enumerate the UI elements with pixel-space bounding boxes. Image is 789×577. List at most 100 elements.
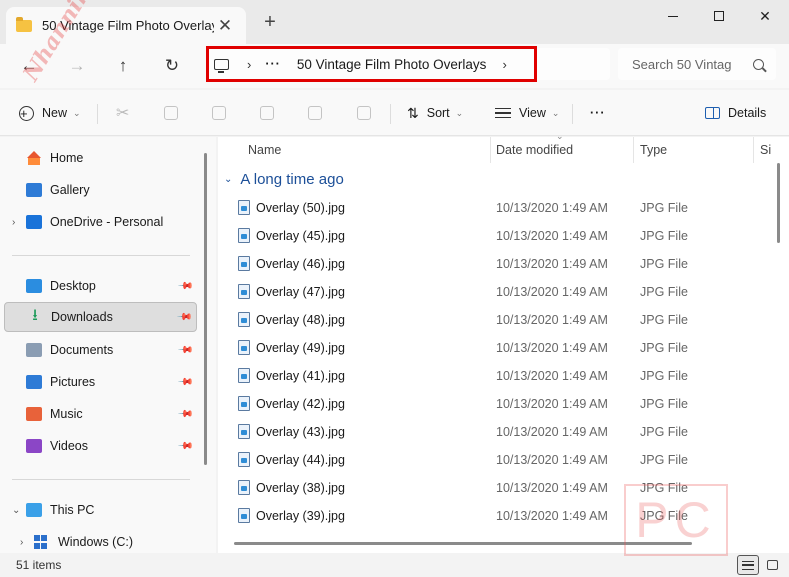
nav-item-pictures[interactable]: Pictures 📌 [4, 367, 197, 397]
file-row[interactable]: Overlay (45).jpg 10/13/2020 1:49 AM JPG Fi… [228, 222, 768, 250]
nav-label: This PC [50, 503, 95, 517]
chevron-down-icon: ⌄ [455, 107, 464, 118]
videos-icon [26, 439, 42, 453]
new-tab-button[interactable]: + [258, 11, 282, 34]
search-input[interactable]: Search 50 Vintag [632, 57, 753, 72]
file-date: 10/13/2020 1:49 AM [496, 369, 608, 383]
details-pane-button[interactable]: Details [705, 102, 766, 124]
nav-item-onedrive[interactable]: › OneDrive - Personal [4, 207, 197, 237]
nav-label: OneDrive - Personal [50, 215, 164, 229]
file-row[interactable]: Overlay (38).jpg 10/13/2020 1:49 AM JPG Fi… [228, 474, 768, 502]
column-divider[interactable] [633, 137, 634, 163]
rename-button[interactable] [260, 102, 274, 124]
close-tab-icon[interactable]: ✕ [214, 16, 236, 36]
image-file-icon [238, 396, 250, 411]
column-type[interactable]: Type [640, 143, 667, 157]
delete-button[interactable] [357, 102, 371, 124]
file-row[interactable]: Overlay (39).jpg 10/13/2020 1:49 AM JPG Fi… [228, 502, 768, 530]
group-header[interactable]: ⌄ A long time ago [224, 171, 344, 188]
nav-label: Music [50, 407, 83, 421]
file-date: 10/13/2020 1:49 AM [496, 229, 608, 243]
file-type: JPG File [640, 509, 688, 523]
image-file-icon [238, 228, 250, 243]
file-row[interactable]: Overlay (46).jpg 10/13/2020 1:49 AM JPG Fi… [228, 250, 768, 278]
command-bar: + New ⌄ ✂ ⇅ Sort ⌄ View ⌄ ··· Details [0, 90, 789, 136]
chevron-right-icon[interactable]: › [20, 537, 34, 548]
refresh-button[interactable]: ↻ [157, 52, 187, 80]
window-tab[interactable]: 50 Vintage Film Photo Overlays ✕ [6, 7, 246, 44]
column-divider[interactable] [753, 137, 754, 163]
file-date: 10/13/2020 1:49 AM [496, 509, 608, 523]
nav-item-gallery[interactable]: Gallery [4, 175, 197, 205]
new-button[interactable]: + New ⌄ [19, 102, 81, 124]
file-type: JPG File [640, 341, 688, 355]
file-row[interactable]: Overlay (41).jpg 10/13/2020 1:49 AM JPG Fi… [228, 362, 768, 390]
more-options-button[interactable]: ··· [590, 102, 606, 124]
back-button[interactable]: ← [14, 52, 44, 80]
nav-item-this-pc[interactable]: ⌄ This PC [4, 495, 197, 525]
nav-item-desktop[interactable]: Desktop 📌 [4, 271, 197, 301]
nav-item-home[interactable]: Home [4, 143, 197, 173]
computer-icon [26, 503, 42, 517]
minimize-button[interactable] [650, 4, 696, 28]
file-row[interactable]: Overlay (50).jpg 10/13/2020 1:49 AM JPG Fi… [228, 194, 768, 222]
chevron-down-icon[interactable]: ⌄ [224, 174, 232, 185]
nav-item-downloads[interactable]: ⭳ Downloads 📌 [4, 302, 197, 332]
file-row[interactable]: Overlay (47).jpg 10/13/2020 1:49 AM JPG Fi… [228, 278, 768, 306]
music-icon [26, 407, 42, 421]
forward-button[interactable]: → [62, 52, 92, 80]
pin-icon[interactable]: 📌 [176, 406, 193, 423]
new-label: New [42, 106, 68, 120]
column-name[interactable]: Name [248, 143, 281, 157]
image-file-icon [238, 368, 250, 383]
nav-divider [12, 255, 190, 256]
chevron-right-icon[interactable]: › [12, 217, 26, 228]
cut-button[interactable]: ✂ [116, 102, 129, 124]
nav-label: Documents [50, 343, 114, 357]
maximize-button[interactable] [696, 4, 742, 28]
file-name: Overlay (41).jpg [256, 369, 345, 383]
file-row[interactable]: Overlay (43).jpg 10/13/2020 1:49 AM JPG Fi… [228, 418, 768, 446]
nav-scrollbar[interactable] [204, 153, 207, 465]
sort-button[interactable]: ⇅ Sort ⌄ [407, 102, 463, 124]
view-button[interactable]: View ⌄ [495, 102, 559, 124]
paste-button[interactable] [212, 102, 226, 124]
nav-item-documents[interactable]: Documents 📌 [4, 335, 197, 365]
chevron-down-icon[interactable]: ⌄ [12, 505, 26, 516]
pin-icon[interactable]: 📌 [175, 309, 192, 326]
vertical-scrollbar[interactable] [777, 163, 780, 243]
windows-drive-icon [34, 535, 50, 549]
search-icon[interactable] [753, 58, 764, 70]
details-view-button[interactable] [737, 555, 759, 575]
file-date: 10/13/2020 1:49 AM [496, 481, 608, 495]
address-highlight-box [206, 46, 537, 82]
file-row[interactable]: Overlay (44).jpg 10/13/2020 1:49 AM JPG Fi… [228, 446, 768, 474]
file-date: 10/13/2020 1:49 AM [496, 341, 608, 355]
horizontal-scrollbar[interactable] [234, 542, 692, 545]
pin-icon[interactable]: 📌 [176, 342, 193, 359]
nav-item-music[interactable]: Music 📌 [4, 399, 197, 429]
chevron-down-icon: ⌄ [73, 107, 81, 118]
file-name: Overlay (45).jpg [256, 229, 345, 243]
up-button[interactable]: ↑ [108, 52, 138, 80]
column-date-modified[interactable]: Date modified [496, 143, 573, 157]
column-size[interactable]: Si [760, 143, 771, 157]
close-window-button[interactable]: ✕ [742, 4, 788, 28]
nav-label: Home [50, 151, 84, 165]
nav-item-videos[interactable]: Videos 📌 [4, 431, 197, 461]
share-button[interactable] [308, 102, 322, 124]
copy-icon [164, 106, 178, 120]
file-name: Overlay (46).jpg [256, 257, 345, 271]
pin-icon[interactable]: 📌 [176, 438, 193, 455]
file-row[interactable]: Overlay (42).jpg 10/13/2020 1:49 AM JPG Fi… [228, 390, 768, 418]
copy-button[interactable] [164, 102, 178, 124]
column-divider[interactable] [490, 137, 491, 163]
download-icon: ⭳ [32, 306, 38, 324]
file-row[interactable]: Overlay (48).jpg 10/13/2020 1:49 AM JPG Fi… [228, 306, 768, 334]
pin-icon[interactable]: 📌 [176, 278, 193, 295]
nav-label: Desktop [50, 279, 96, 293]
search-box[interactable]: Search 50 Vintag [618, 48, 776, 80]
file-row[interactable]: Overlay (49).jpg 10/13/2020 1:49 AM JPG Fi… [228, 334, 768, 362]
pin-icon[interactable]: 📌 [176, 374, 193, 391]
tiles-view-button[interactable] [761, 555, 783, 575]
